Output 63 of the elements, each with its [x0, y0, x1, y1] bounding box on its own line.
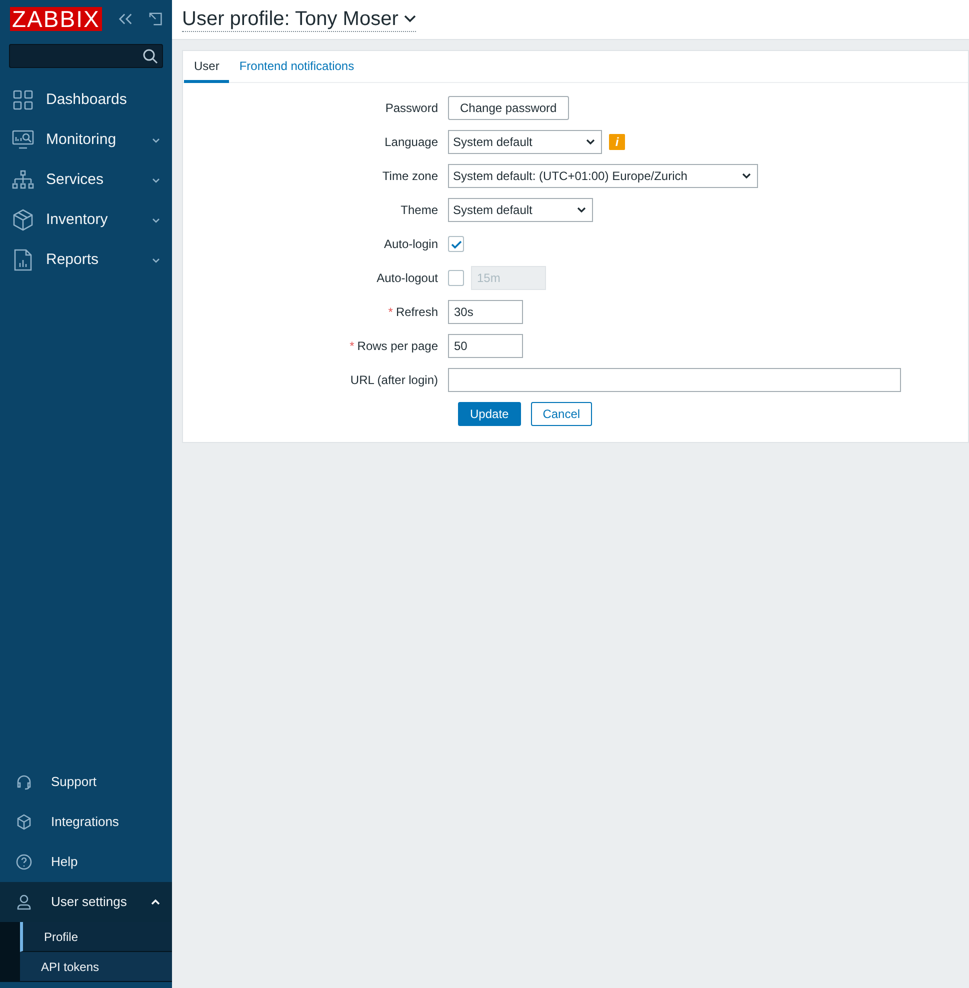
help-icon [16, 854, 32, 870]
submenu-item[interactable]: Profile [20, 922, 172, 952]
chevron-down-icon [586, 139, 595, 145]
nav-item[interactable]: Integrations [0, 802, 172, 842]
nav-label: Help [51, 853, 79, 872]
chevron-down-icon[interactable] [404, 15, 416, 23]
nav-label: Dashboards [46, 90, 128, 110]
search-field[interactable] [9, 44, 163, 68]
field-label: Password [385, 100, 438, 117]
field-label: Language [384, 134, 438, 151]
nav-item[interactable]: User settings [0, 882, 172, 922]
update-button[interactable]: Update [458, 402, 521, 426]
cancel-button[interactable]: Cancel [530, 402, 592, 426]
nav-label: Reports [46, 250, 100, 270]
checkbox[interactable] [448, 236, 464, 252]
headset-icon [16, 774, 32, 790]
nav-item[interactable]: Inventory [0, 200, 172, 240]
field-label: URL (after login) [350, 372, 438, 389]
logo: ZABBIX [10, 7, 102, 31]
nav-label: Services [46, 170, 105, 190]
input-field[interactable]: 30s [448, 300, 523, 324]
select-field[interactable]: System default [448, 198, 593, 222]
required-mark: * [350, 338, 354, 355]
nav-label: Support [51, 773, 98, 792]
nav-label: Inventory [46, 210, 109, 230]
field-label: Auto-logout [376, 270, 438, 287]
field-label: Theme [400, 202, 438, 219]
change-password-button[interactable]: Change password [448, 96, 569, 120]
nav-item[interactable]: Monitoring [0, 120, 172, 160]
field-label: Refresh [396, 304, 438, 321]
nav-item[interactable]: Support [0, 762, 172, 802]
required-mark: * [388, 304, 393, 321]
chevron-down-icon [742, 173, 751, 179]
nav-label: Monitoring [46, 130, 118, 150]
nav-label: User settings [51, 893, 128, 912]
nav-label: Integrations [51, 813, 120, 832]
hierarchy-icon [12, 170, 34, 190]
search-icon[interactable] [142, 48, 158, 64]
select-field[interactable]: System default [448, 130, 602, 154]
input-field[interactable] [448, 368, 901, 392]
expand-icon[interactable] [148, 12, 162, 26]
nav-item[interactable]: Dashboards [0, 80, 172, 120]
nav-item[interactable]: Help [0, 842, 172, 882]
select-field[interactable]: System default: (UTC+01:00) Europe/Zurich [448, 164, 758, 188]
nav-item[interactable]: Reports [0, 240, 172, 280]
nav-item[interactable]: Services [0, 160, 172, 200]
tab[interactable]: User [184, 51, 230, 83]
field-label: Time zone [382, 168, 438, 185]
field-label: Auto-login [384, 236, 438, 253]
report-icon [14, 249, 32, 271]
monitor-icon [12, 130, 34, 150]
user-icon [16, 894, 32, 910]
check-icon [450, 240, 462, 248]
cube-icon [16, 814, 32, 830]
chevron-up-icon[interactable] [151, 899, 160, 905]
collapse-icon[interactable] [118, 12, 133, 26]
input-field[interactable]: 50 [448, 334, 523, 358]
submenu-item[interactable]: API tokens [20, 952, 172, 982]
box-icon [13, 209, 33, 231]
tab[interactable]: Frontend notifications [229, 51, 364, 83]
grid-icon [13, 90, 33, 110]
field-label: Rows per page [357, 338, 438, 355]
chevron-down-icon [577, 207, 586, 213]
